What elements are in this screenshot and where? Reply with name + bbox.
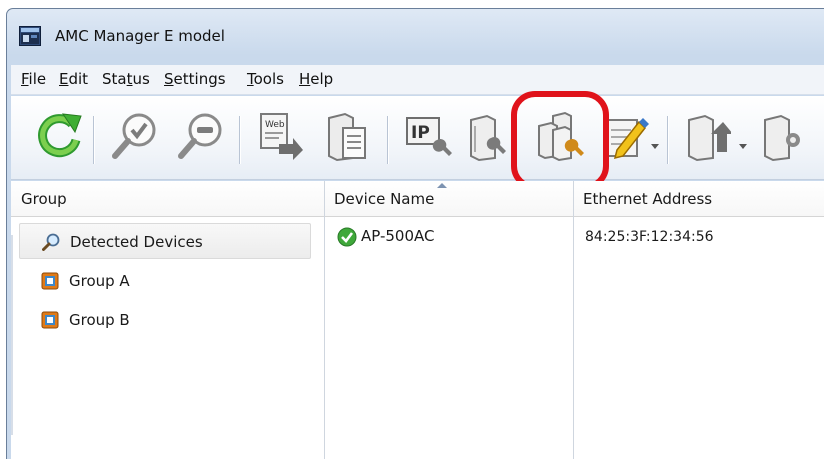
- app-logo-icon: [19, 26, 41, 46]
- toolbar: Web IP: [11, 96, 824, 180]
- menu-status-rest: us: [132, 70, 150, 88]
- zoom-check-icon[interactable]: [109, 110, 159, 162]
- refresh-icon[interactable]: [37, 110, 83, 162]
- left-edge-bar: [11, 235, 13, 435]
- upload-dropdown-arrow-icon[interactable]: [739, 144, 747, 149]
- search-icon: [42, 233, 60, 251]
- group-header-label: Group: [21, 190, 67, 208]
- group-item-label: Group A: [69, 272, 130, 290]
- device-upload-icon[interactable]: [683, 110, 731, 162]
- toolbar-separator: [93, 116, 94, 164]
- menu-edit-rest: dit: [68, 70, 89, 88]
- menu-help-mnemonic: H: [299, 70, 311, 88]
- menu-help[interactable]: Help: [299, 70, 333, 88]
- menu-status-pre: Sta: [102, 70, 127, 88]
- group-header[interactable]: Group: [11, 181, 324, 217]
- toolbar-separator: [667, 116, 668, 164]
- column-header-ethernet-address-label: Ethernet Address: [583, 190, 713, 208]
- device-wrench-icon[interactable]: [463, 110, 509, 162]
- ip-label: IP: [411, 123, 430, 143]
- group-item-label: Detected Devices: [70, 233, 203, 251]
- ethernet-address-cell: 84:25:3F:12:34:56: [585, 229, 714, 245]
- group-icon: [41, 272, 59, 290]
- menu-edit[interactable]: Edit: [59, 70, 88, 88]
- column-header-device-name-label: Device Name: [334, 190, 435, 208]
- device-document-icon[interactable]: [323, 110, 371, 162]
- device-settings-icon[interactable]: [759, 110, 821, 162]
- menu-status[interactable]: Status: [102, 70, 150, 88]
- title-bar[interactable]: AMC Manager E model: [7, 9, 824, 65]
- group-item-group-b[interactable]: Group B: [19, 302, 311, 338]
- web-label: Web: [265, 120, 285, 130]
- app-window: AMC Manager E model File Edit Status Set…: [6, 8, 824, 459]
- menu-help-rest: elp: [310, 70, 334, 88]
- column-divider[interactable]: [573, 181, 574, 459]
- toolbar-separator: [239, 116, 240, 164]
- red-highlight-circle: [511, 91, 609, 190]
- column-header-device-name[interactable]: Device Name: [324, 181, 573, 217]
- menu-settings-rest: ettings: [173, 70, 226, 88]
- menu-bar: File Edit Status Settings Tools Help: [11, 65, 824, 95]
- menu-settings-mnemonic: S: [164, 70, 174, 88]
- column-header-ethernet-address[interactable]: Ethernet Address: [573, 181, 824, 217]
- group-item-label: Group B: [69, 311, 130, 329]
- menu-file[interactable]: File: [21, 70, 46, 88]
- menu-file-mnemonic: F: [21, 70, 29, 88]
- menu-tools[interactable]: Tools: [247, 70, 284, 88]
- toolbar-separator: [387, 116, 388, 164]
- group-item-group-a[interactable]: Group A: [19, 263, 311, 299]
- ok-check-icon: [337, 227, 357, 247]
- group-item-detected-devices[interactable]: Detected Devices: [19, 223, 311, 259]
- device-name-cell: AP-500AC: [361, 227, 435, 245]
- group-icon: [41, 311, 59, 329]
- menu-file-rest: ile: [28, 70, 47, 88]
- window-title: AMC Manager E model: [55, 27, 225, 45]
- menu-tools-mnemonic: T: [247, 70, 254, 88]
- sort-ascending-icon: [437, 183, 447, 188]
- column-divider[interactable]: [324, 181, 325, 459]
- edit-dropdown-arrow-icon[interactable]: [651, 144, 659, 149]
- web-export-icon[interactable]: Web: [257, 110, 305, 162]
- ip-setting-icon[interactable]: IP: [403, 110, 453, 162]
- main-content: Group Device Name Ethernet Address Detec…: [11, 181, 824, 459]
- menu-tools-rest: ools: [253, 70, 284, 88]
- edit-pencil-icon[interactable]: [603, 110, 649, 162]
- zoom-minus-icon[interactable]: [175, 110, 225, 162]
- menu-settings[interactable]: Settings: [164, 70, 226, 88]
